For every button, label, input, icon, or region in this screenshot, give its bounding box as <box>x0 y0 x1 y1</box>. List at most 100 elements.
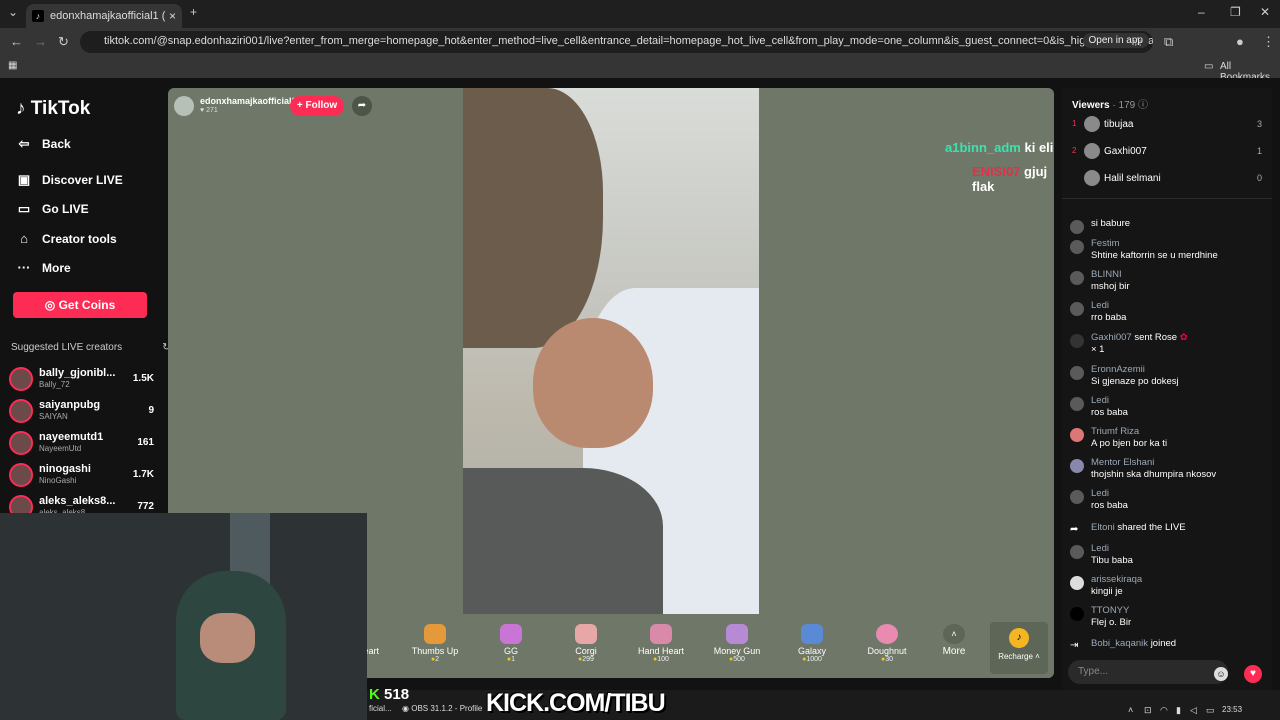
viewer-rank: 1 <box>1072 119 1077 128</box>
gift-galaxy[interactable]: Galaxy ●1000 <box>782 624 842 663</box>
thumbs-up-icon <box>424 624 446 644</box>
browser-tab[interactable]: ♪ edonxhamajkaofficial1 (@snap... × <box>26 4 182 28</box>
chat-text: kingii je <box>1091 586 1123 597</box>
mic-icon[interactable]: ▮ <box>1176 705 1181 716</box>
gift-gg[interactable]: GG ●1 <box>481 624 541 663</box>
back-arrow-icon[interactable]: ← <box>10 34 23 49</box>
gift-price: 100 <box>657 656 669 663</box>
chat-user[interactable]: arissekiraqa <box>1091 574 1142 586</box>
chat-text: si babure <box>1091 218 1131 229</box>
info-icon[interactable]: ⓘ <box>1138 100 1148 111</box>
avatar <box>174 96 194 116</box>
network-icon[interactable]: ⊡ <box>1144 705 1152 716</box>
chat-user[interactable]: Ledi <box>1091 488 1109 500</box>
chat-user[interactable]: Triumf Riza <box>1091 426 1139 438</box>
creator-item[interactable]: ninogashi NinoGashi 1.7K <box>9 461 154 489</box>
avatar <box>1070 271 1084 285</box>
browser-tabbar: ⌄ ♪ edonxhamajkaofficial1 (@snap... × + … <box>0 0 1280 28</box>
new-tab-icon[interactable]: + <box>190 5 197 19</box>
chat-input[interactable]: Type... <box>1068 660 1228 684</box>
minimize-icon[interactable]: – <box>1198 5 1205 19</box>
share-icon[interactable]: ➦ <box>352 96 372 116</box>
chat-user[interactable]: Ledi <box>1091 300 1109 312</box>
get-coins-button[interactable]: ◎ Get Coins <box>13 292 147 318</box>
chat-text: × 1 <box>1091 344 1105 355</box>
home-icon: ⌂ <box>20 231 28 246</box>
url-field[interactable]: tiktok.com/@snap.edonhaziri001/live?ente… <box>80 31 1153 53</box>
wifi-icon[interactable]: ◠ <box>1160 705 1168 716</box>
gift-hand-heart[interactable]: Hand Heart ●100 <box>631 624 691 663</box>
nav-creator-tools[interactable]: ⌂ Creator tools <box>16 231 117 246</box>
apps-icon[interactable]: ▦ <box>8 60 17 71</box>
taskbar-item[interactable]: ficial... <box>369 704 392 713</box>
taskbar-item[interactable]: ◉ OBS 31.1.2 - Profile <box>402 704 482 713</box>
live-video[interactable] <box>463 88 759 614</box>
gift-price: 1000 <box>806 656 822 663</box>
chat-user[interactable]: Mentor Elshani <box>1091 457 1154 469</box>
gift-money-gun[interactable]: Money Gun ●500 <box>707 624 767 663</box>
viewer-row[interactable]: Halil selmani 0 <box>1070 170 1262 188</box>
follow-button[interactable]: + Follow <box>290 96 344 116</box>
tiktok-favicon-icon: ♪ <box>32 10 44 22</box>
nav-more[interactable]: ··· More <box>16 260 71 275</box>
coin-icon: ♪ <box>1009 628 1029 648</box>
creator-item[interactable]: bally_gjonibl... Bally_72 1.5K <box>9 365 154 393</box>
bookmarks-bar: ▦ ▭ All Bookmarks <box>0 56 1280 83</box>
nav-go-live[interactable]: ▭ Go LIVE <box>16 201 89 217</box>
chat-user[interactable]: Festim <box>1091 238 1120 250</box>
creator-name: saiyanpubg <box>39 399 101 411</box>
taskbar-clock[interactable]: 23:53 <box>1222 705 1242 714</box>
emoji-icon[interactable]: ☺ <box>1214 667 1228 681</box>
chat-user[interactable]: Bobi_kaqanik <box>1091 638 1148 649</box>
volume-icon[interactable]: ◁ <box>1190 705 1197 716</box>
gift-thumbs-up[interactable]: Thumbs Up ●2 <box>405 624 465 663</box>
display-icon[interactable]: ▭ <box>1206 705 1215 716</box>
nav-discover-live[interactable]: ▣ Discover LIVE <box>16 172 123 188</box>
host-name: edonxhamajkaofficial1 <box>200 96 297 106</box>
forward-arrow-icon[interactable]: → <box>34 34 47 49</box>
gift-price: 1 <box>511 656 516 663</box>
viewer-rank: 2 <box>1072 146 1077 155</box>
viewer-row[interactable]: 2 Gaxhi007 1 <box>1070 143 1262 161</box>
viewer-row[interactable]: 1 tibujaa 3 <box>1070 116 1262 134</box>
pillow-shape <box>463 88 603 348</box>
gift-more-button[interactable]: ˄ More <box>924 624 984 657</box>
avatar <box>1070 366 1084 380</box>
money-gun-icon <box>726 624 748 644</box>
recharge-button[interactable]: ♪ Recharge ˄ <box>990 622 1048 674</box>
chat-user[interactable]: Eltoni <box>1091 522 1115 533</box>
right-panel: Viewers · 179 ⓘ 1 tibujaa 3 2 Gaxhi007 1 Hal… <box>1062 88 1272 690</box>
chat-user[interactable]: BLINNI <box>1091 269 1122 281</box>
tiktok-logo[interactable]: ♪ TikTok <box>16 98 90 120</box>
gift-doughnut[interactable]: Doughnut ●30 <box>857 624 917 663</box>
chat-user[interactable]: Ledi <box>1091 395 1109 407</box>
browser-menu-icon[interactable]: ⋮ <box>1262 34 1275 50</box>
nav-back[interactable]: ⇦ Back <box>16 136 71 152</box>
close-tab-icon[interactable]: × <box>169 9 176 23</box>
corgi-icon <box>575 624 597 644</box>
viewer-name: Gaxhi007 <box>1104 146 1147 157</box>
viewer-name: tibujaa <box>1104 119 1134 130</box>
gift-bar: Heart Thumbs Up ●2 GG ●1 Corgi ●299 Hand He… <box>357 618 1054 678</box>
chat-user[interactable]: Ledi <box>1091 543 1109 555</box>
extensions-icon[interactable]: ⧉ <box>1164 34 1173 50</box>
profile-avatar[interactable]: ● <box>1236 34 1244 49</box>
chat-user[interactable]: TTONYY <box>1091 605 1129 617</box>
like-heart-icon[interactable]: ♥ <box>1244 665 1262 683</box>
bookmark-star-icon[interactable]: ☆ <box>1132 34 1144 50</box>
gift-corgi[interactable]: Corgi ●299 <box>556 624 616 663</box>
creator-item[interactable]: nayeemutd1 NayeemUtd 161 <box>9 429 154 457</box>
overlay-comment: ENISI07 gjuj flak <box>972 164 1054 194</box>
creator-item[interactable]: saiyanpubg SAIYAN 9 <box>9 397 154 425</box>
overlay-text: ki eli <box>1024 140 1054 155</box>
close-window-icon[interactable]: ✕ <box>1260 5 1270 19</box>
nav-back-label: Back <box>42 137 71 151</box>
tab-search-icon[interactable]: ⌄ <box>8 5 18 19</box>
chat-user[interactable]: EronnAzemii <box>1091 364 1145 376</box>
avatar <box>1084 116 1100 132</box>
chat-user[interactable]: Gaxhi007 <box>1091 332 1132 343</box>
reload-icon[interactable]: ↻ <box>58 34 69 50</box>
tray-chevron-icon[interactable]: ˄ <box>1128 705 1133 715</box>
more-icon: ··· <box>17 260 31 275</box>
restore-icon[interactable]: ❐ <box>1230 5 1241 19</box>
